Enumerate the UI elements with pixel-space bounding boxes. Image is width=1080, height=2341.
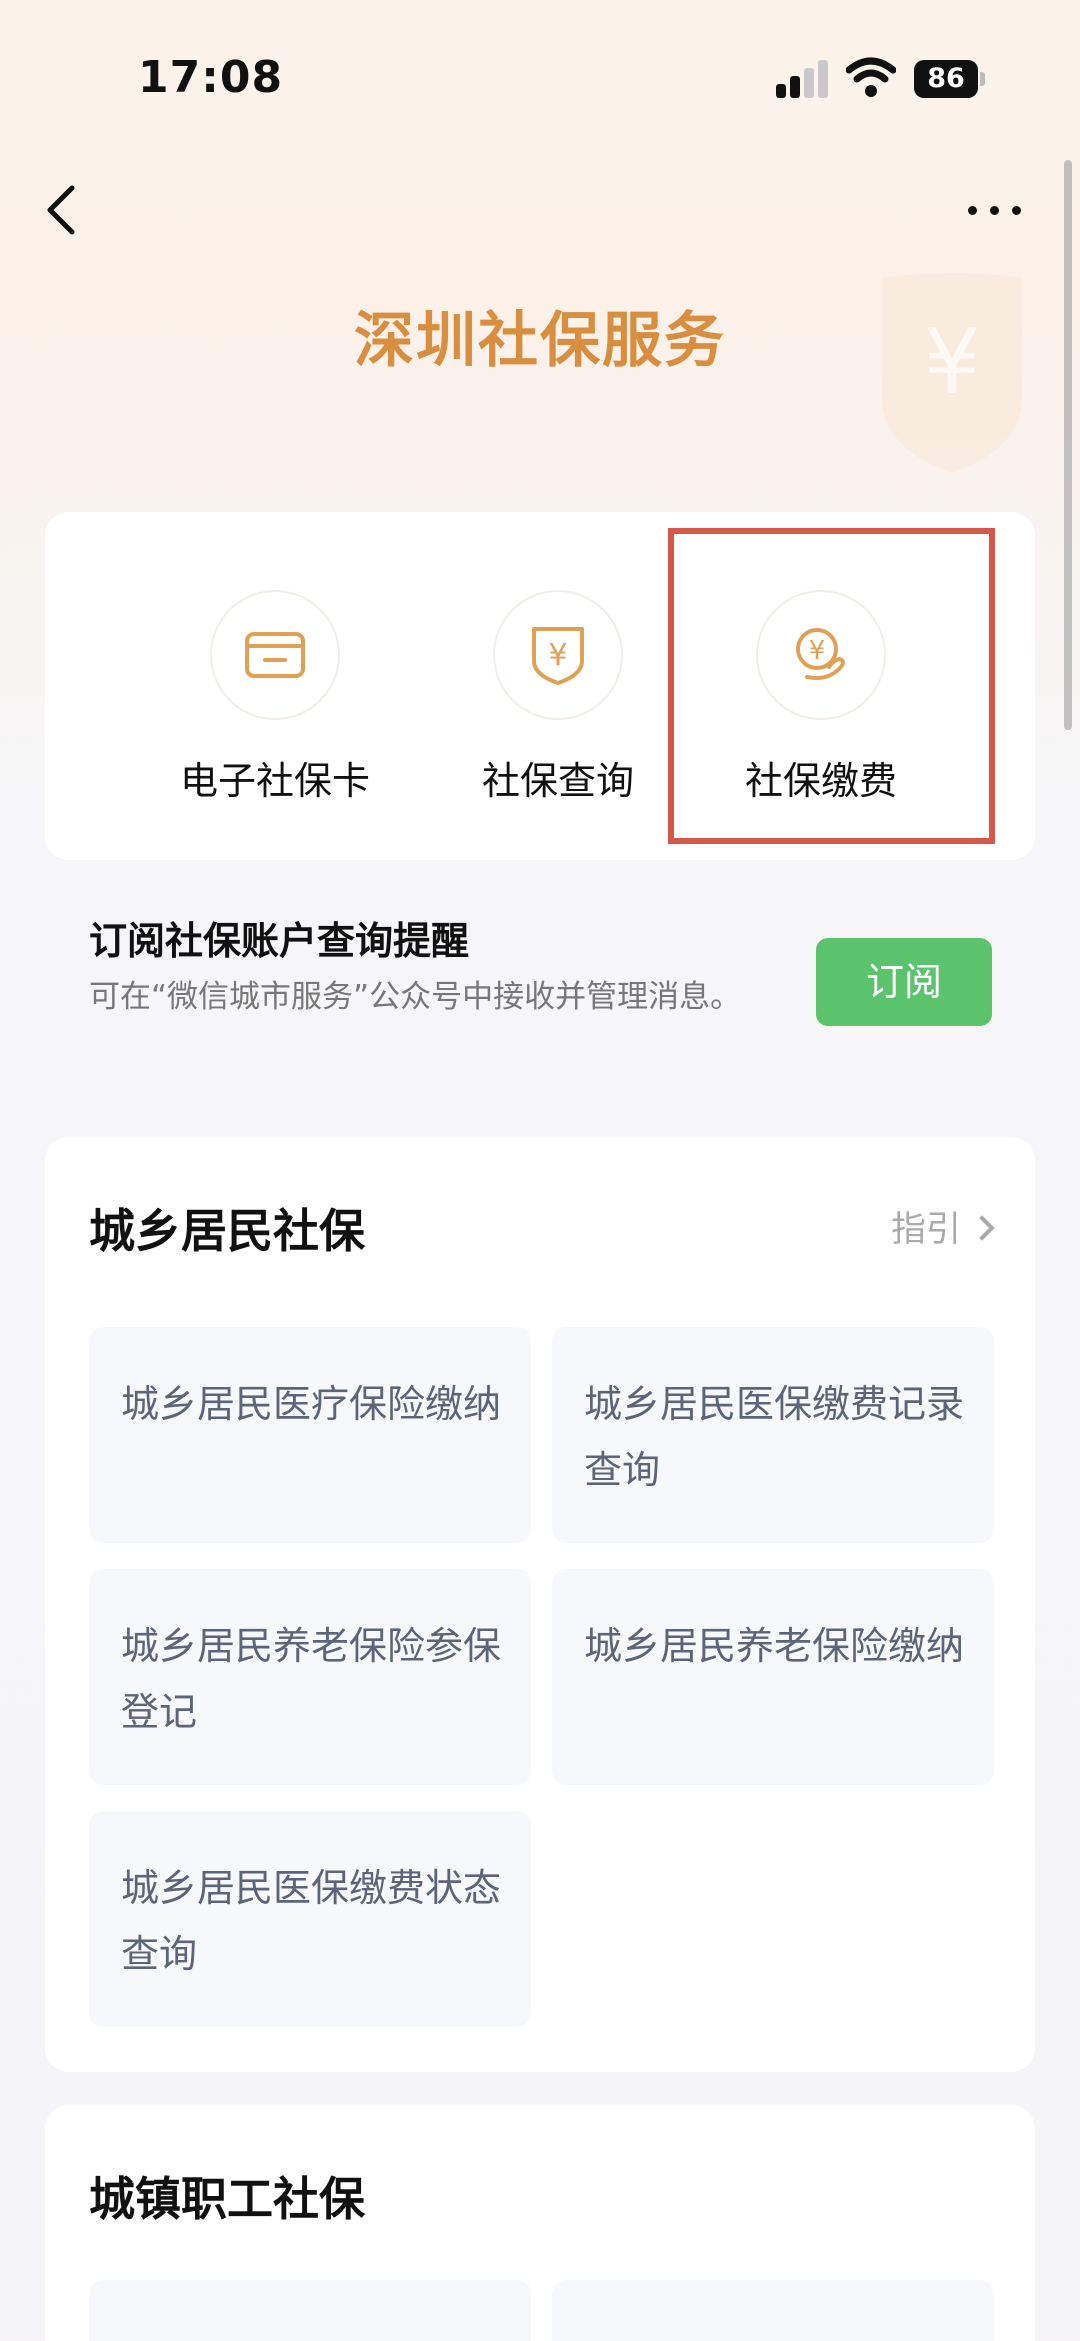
guide-label: 指引 <box>890 1210 961 1250</box>
wifi-icon <box>846 57 896 97</box>
svg-text:¥: ¥ <box>923 310 980 415</box>
quick-action-label: 电子社保卡 <box>179 759 370 803</box>
cellular-signal-icon <box>776 60 828 98</box>
service-tile[interactable] <box>89 2280 531 2341</box>
service-tile[interactable]: 城乡居民养老保险参保登记 <box>89 1569 531 1785</box>
more-options-icon[interactable] <box>960 190 1030 230</box>
yuan-shield-icon: ¥ <box>532 627 584 685</box>
decorative-shield-icon: ¥ <box>882 273 1022 473</box>
subscribe-banner: 订阅社保账户查询提醒 可在“微信城市服务”公众号中接收并管理消息。 订阅 <box>45 880 1035 1100</box>
section-title: 城乡居民社保 <box>89 1204 365 1258</box>
status-bar: 17:08 86 <box>0 0 1080 150</box>
service-tile[interactable]: 城乡居民养老保险缴纳 <box>552 1569 994 1785</box>
battery-level: 86 <box>914 60 978 98</box>
service-tile[interactable]: 城乡居民医保缴费状态查询 <box>89 1811 531 2027</box>
service-tile[interactable] <box>552 2280 994 2341</box>
subscribe-description: 可在“微信城市服务”公众号中接收并管理消息。 <box>89 979 742 1015</box>
service-tile[interactable]: 城乡居民医疗保险缴纳 <box>89 1327 531 1543</box>
subscribe-title: 订阅社保账户查询提醒 <box>89 919 470 963</box>
battery-icon: 86 <box>914 60 986 98</box>
scrollbar[interactable] <box>1064 160 1072 730</box>
svg-text:¥: ¥ <box>548 638 567 673</box>
highlight-box <box>668 528 995 844</box>
quick-action-label: 社保查询 <box>481 759 634 803</box>
status-time: 17:08 <box>138 52 284 103</box>
subscribe-button[interactable]: 订阅 <box>816 938 992 1026</box>
chevron-right-icon <box>969 1215 995 1241</box>
back-icon[interactable] <box>40 180 84 240</box>
employee-social-security-section: 城镇职工社保 <box>45 2105 1035 2341</box>
quick-action-social-security-query[interactable]: ¥ 社保查询 <box>438 592 678 805</box>
section-title: 城镇职工社保 <box>89 2172 365 2226</box>
resident-social-security-section: 城乡居民社保 指引 城乡居民医疗保险缴纳 城乡居民医保缴费记录查询 城乡居民养老… <box>45 1137 1035 2072</box>
guide-link[interactable]: 指引 <box>890 1201 995 1252</box>
card-icon <box>245 632 305 678</box>
service-tile[interactable]: 城乡居民医保缴费记录查询 <box>552 1327 994 1543</box>
quick-action-social-security-card[interactable]: 电子社保卡 <box>155 592 395 805</box>
